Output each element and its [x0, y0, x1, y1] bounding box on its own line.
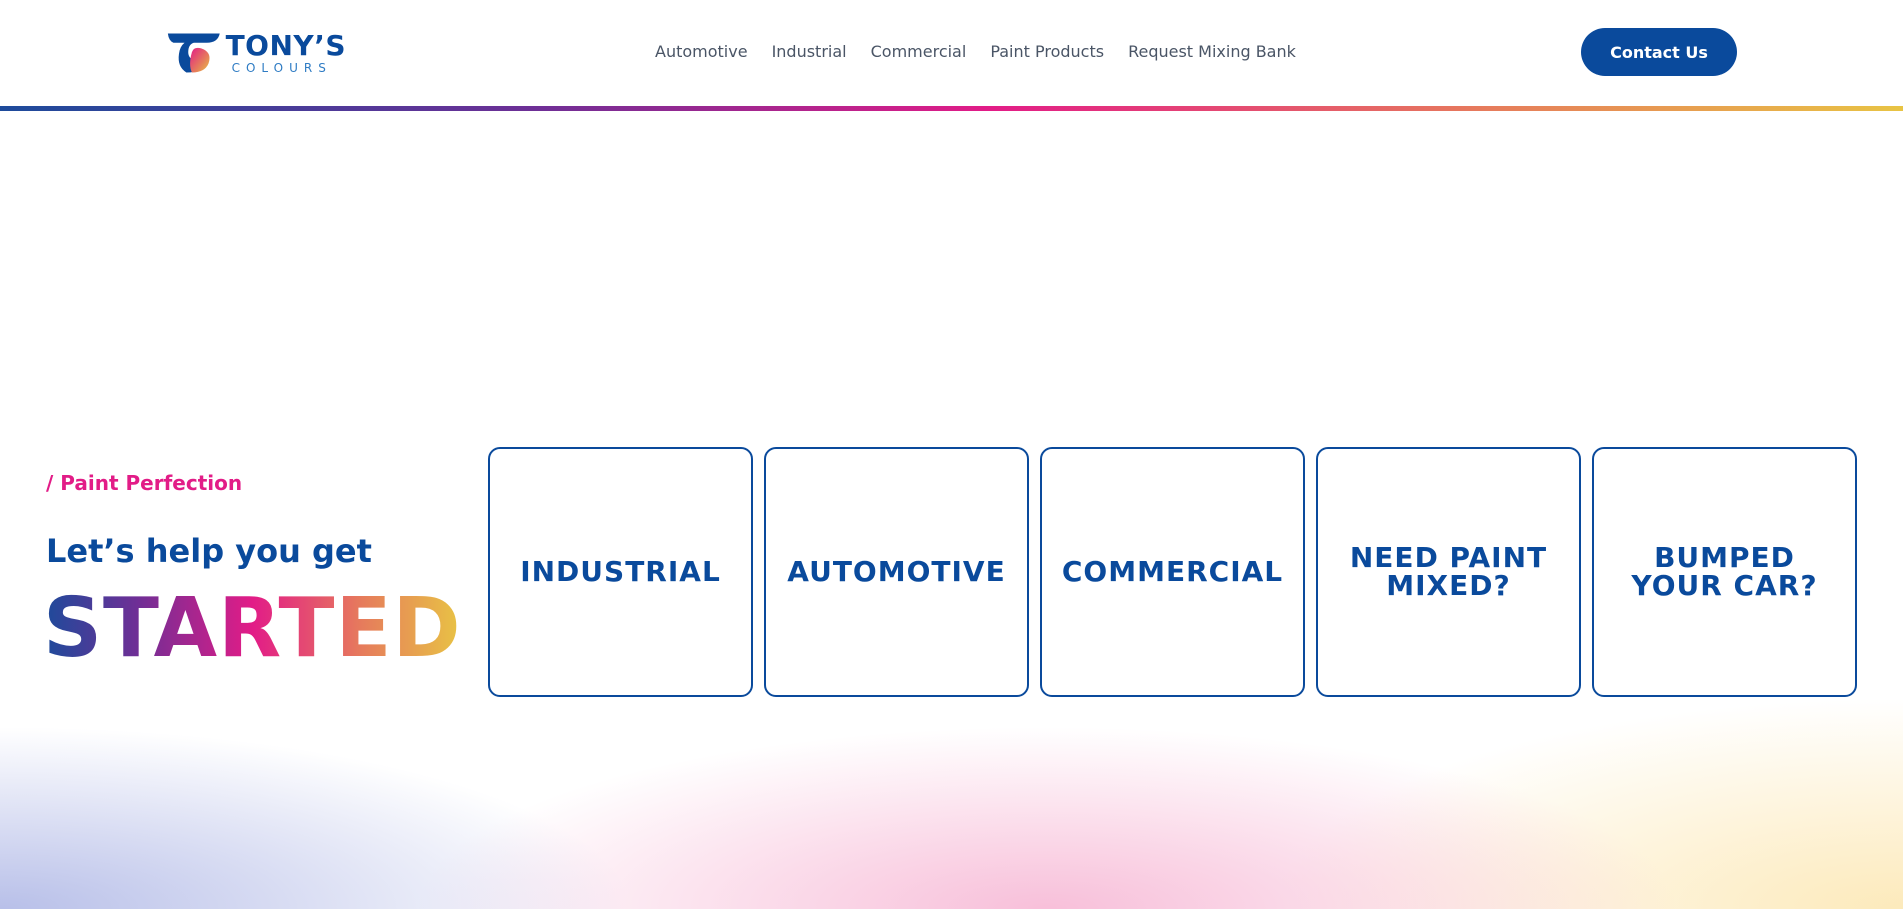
nav-industrial[interactable]: Industrial	[772, 42, 847, 61]
card-label: INDUSTRIAL	[520, 555, 721, 588]
card-label: BUMPED YOUR CAR?	[1631, 541, 1818, 602]
logo-mark-icon	[167, 33, 220, 73]
logo-subtitle: COLOURS	[231, 61, 332, 75]
card-need-paint-mixed[interactable]: NEED PAINT MIXED?	[1316, 447, 1581, 697]
logo[interactable]: TONY’S COLOURS	[166, 30, 346, 76]
nav-automotive[interactable]: Automotive	[655, 42, 748, 61]
main-nav: Automotive Industrial Commercial Paint P…	[655, 42, 1296, 61]
card-commercial[interactable]: COMMERCIAL	[1040, 447, 1305, 697]
card-automotive[interactable]: AUTOMOTIVE	[764, 447, 1029, 697]
hero-tagline: / Paint Perfection	[46, 471, 243, 495]
logo-wordmark: TONY’S	[225, 29, 346, 62]
logo-text: TONY’S COLOURS	[225, 29, 346, 75]
nav-commercial[interactable]: Commercial	[871, 42, 967, 61]
card-label: COMMERCIAL	[1061, 555, 1284, 588]
card-bumped-your-car[interactable]: BUMPED YOUR CAR?	[1592, 447, 1857, 697]
card-label: AUTOMOTIVE	[787, 555, 1006, 588]
nav-request-mixing-bank[interactable]: Request Mixing Bank	[1128, 42, 1296, 61]
contact-us-button[interactable]: Contact Us	[1581, 28, 1737, 76]
card-industrial[interactable]: INDUSTRIAL	[488, 447, 753, 697]
site-header: TONY’S COLOURS Automotive Industrial Com…	[0, 0, 1903, 106]
card-label: NEED PAINT MIXED?	[1349, 541, 1548, 602]
hero-headline: STARTED	[43, 581, 462, 676]
category-cards: INDUSTRIAL AUTOMOTIVE COMMERCIAL NEED PA…	[488, 447, 1857, 697]
nav-paint-products[interactable]: Paint Products	[990, 42, 1104, 61]
hero-lead: Let’s help you get	[46, 532, 372, 570]
